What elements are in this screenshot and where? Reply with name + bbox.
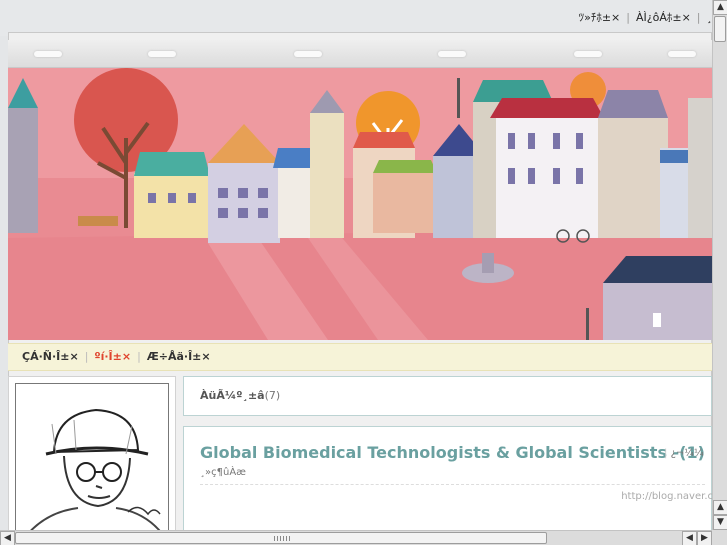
arrow-up-icon[interactable]: ▲	[713, 0, 727, 15]
tape-clip	[294, 51, 322, 57]
vertical-scrollbar[interactable]: ▲ ▲ ▼	[712, 0, 727, 530]
profile-photo[interactable]	[15, 383, 169, 535]
header-banner-image	[8, 68, 712, 340]
blog-menu: ÇÁ·Ñ·Î±× | ºí·Î±× | Æ÷Åä·Î±×	[22, 350, 211, 363]
arrow-up-icon[interactable]: ▲	[713, 500, 727, 515]
top-bar: ﾂ»ﾁﾎ±× | ÀÌ¿ôÁﾎ±× | ¸	[0, 0, 712, 36]
top-link-1[interactable]: ﾂ»ﾁﾎ±×	[579, 11, 621, 24]
town-illustration	[8, 68, 712, 340]
divider	[200, 484, 705, 485]
tape-clip	[34, 51, 62, 57]
horizontal-scroll-thumb[interactable]	[15, 532, 547, 544]
tape-clip	[438, 51, 466, 57]
post-meta-text: ¿¬¼¼	[670, 448, 704, 459]
arrow-right-icon[interactable]: ▶	[697, 531, 712, 545]
top-links: ﾂ»ﾁﾎ±× | ÀÌ¿ôÁﾎ±× | ¸	[579, 9, 712, 25]
separator: |	[84, 350, 89, 363]
profile-panel	[8, 376, 176, 542]
top-link-2[interactable]: ÀÌ¿ôÁﾎ±×	[636, 11, 691, 24]
arrow-down-icon[interactable]: ▼	[713, 515, 727, 530]
menu-item-blog[interactable]: ºí·Î±×	[94, 350, 131, 363]
tape-clip	[668, 51, 696, 57]
post-url[interactable]: http://blog.naver.c	[621, 491, 713, 502]
separator: |	[137, 350, 141, 363]
post-meta: | ¿¬¼¼	[664, 448, 704, 459]
post-category[interactable]: ¸»ç¶ûÀæ	[200, 467, 246, 478]
scrollbar-corner	[712, 530, 727, 545]
menu-item-profile[interactable]: ÇÁ·Ñ·Î±×	[22, 350, 79, 363]
separator: |	[696, 11, 701, 24]
tape-clip	[148, 51, 176, 57]
header-tape	[8, 40, 712, 68]
category-name: ÀüÃ¼º¸±â	[200, 389, 265, 402]
post-title[interactable]: Global Biomedical Technologists & Global…	[200, 443, 705, 462]
separator: |	[626, 11, 630, 24]
category-count: (7)	[264, 389, 281, 402]
category-title[interactable]: ÀüÃ¼º¸±â(7)	[200, 389, 280, 402]
arrow-left-icon[interactable]: ◀	[682, 531, 697, 545]
category-header: ÀüÃ¼º¸±â(7)	[183, 376, 712, 416]
horizontal-scrollbar[interactable]: ◀ ◀ ▶	[0, 530, 712, 545]
scroll-grip-icon	[274, 536, 292, 541]
separator: |	[664, 448, 668, 459]
tape-clip	[574, 51, 602, 57]
vertical-scroll-thumb[interactable]	[714, 16, 726, 42]
profile-sketch-image	[16, 384, 168, 534]
post-panel: Global Biomedical Technologists & Global…	[183, 426, 713, 542]
menu-item-photolog[interactable]: Æ÷Åä·Î±×	[147, 350, 211, 363]
arrow-left-icon[interactable]: ◀	[0, 531, 15, 545]
blog-menu-bar: ÇÁ·Ñ·Î±× | ºí·Î±× | Æ÷Åä·Î±×	[8, 343, 712, 371]
